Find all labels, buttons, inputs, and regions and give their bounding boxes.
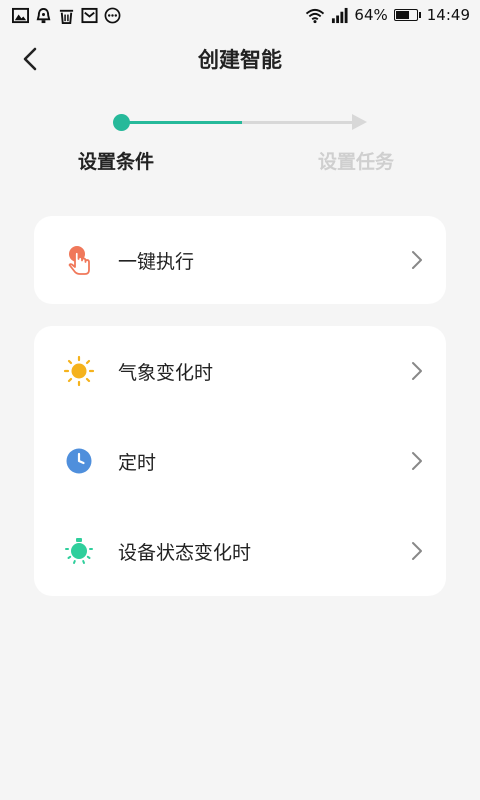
back-button[interactable] bbox=[14, 43, 46, 75]
row-label: 定时 bbox=[118, 451, 157, 474]
step-current-dot bbox=[113, 114, 130, 131]
step-label-tasks[interactable]: 设置任务 bbox=[318, 147, 394, 174]
more-dots-icon bbox=[104, 7, 121, 23]
status-bar-system: 64% 14:49 bbox=[305, 6, 470, 24]
trash-icon bbox=[59, 9, 74, 24]
chevron-right-icon bbox=[408, 251, 426, 269]
alarm-icon bbox=[36, 7, 51, 23]
row-label: 气象变化时 bbox=[118, 361, 214, 384]
page-title: 创建智能 bbox=[198, 48, 282, 72]
chevron-right-icon bbox=[408, 362, 426, 380]
chevron-right-icon bbox=[408, 452, 426, 470]
status-bar-notifications bbox=[12, 7, 121, 24]
row-label: 设备状态变化时 bbox=[118, 541, 252, 564]
row-one-tap-execute[interactable]: 一键执行 bbox=[34, 216, 446, 304]
battery-icon bbox=[393, 9, 421, 21]
clock-icon bbox=[62, 444, 96, 478]
battery-percent: 64% bbox=[354, 6, 388, 24]
row-device-state-change[interactable]: 设备状态变化时 bbox=[34, 506, 446, 596]
device-bulb-icon bbox=[62, 534, 96, 568]
mail-icon bbox=[81, 7, 98, 23]
manual-trigger-card: 一键执行 bbox=[34, 216, 446, 304]
sun-icon bbox=[62, 354, 96, 388]
step-progress-line-done bbox=[122, 121, 242, 124]
chevron-right-icon bbox=[408, 542, 426, 560]
image-icon bbox=[12, 7, 29, 23]
header: 创建智能 bbox=[0, 30, 480, 88]
tap-hand-icon bbox=[62, 243, 96, 277]
step-label-conditions[interactable]: 设置条件 bbox=[78, 147, 154, 174]
step-arrow-icon bbox=[352, 114, 367, 130]
step-progress-line-todo bbox=[242, 121, 354, 124]
clock-time: 14:49 bbox=[426, 6, 470, 24]
row-weather-change[interactable]: 气象变化时 bbox=[34, 326, 446, 416]
status-bar: 64% 14:49 bbox=[0, 0, 480, 30]
chevron-left-icon bbox=[23, 47, 37, 71]
row-timer[interactable]: 定时 bbox=[34, 416, 446, 506]
wifi-icon bbox=[306, 8, 325, 23]
row-label: 一键执行 bbox=[118, 250, 195, 273]
stepper: 设置条件 设置任务 bbox=[0, 110, 480, 180]
condition-list-card: 气象变化时 定时 设备状态变化时 bbox=[34, 326, 446, 596]
signal-icon bbox=[332, 7, 348, 23]
